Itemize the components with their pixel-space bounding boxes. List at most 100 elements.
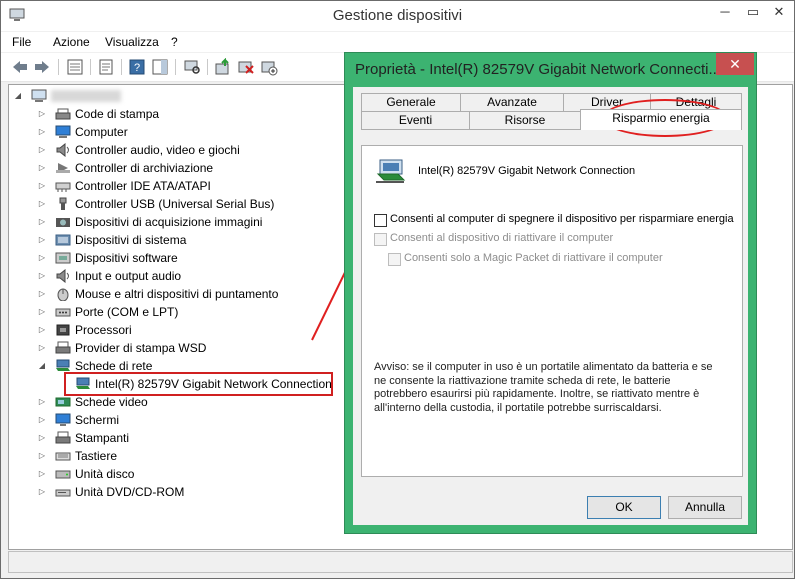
expand-arrow-icon[interactable]: ▷ [37, 267, 47, 285]
expand-arrow-icon[interactable]: ▷ [37, 303, 47, 321]
computer-icon [31, 89, 47, 102]
expand-arrow-icon[interactable]: ▷ [37, 429, 47, 447]
svg-text:?: ? [134, 62, 140, 74]
toolbar-separator [121, 59, 122, 75]
device-name: Intel(R) 82579V Gigabit Network Connecti… [418, 165, 636, 177]
speaker-icon [56, 269, 69, 283]
allow-wake-checkbox[interactable] [374, 233, 387, 246]
camera-icon [56, 218, 70, 227]
keyboard-icon [55, 452, 71, 461]
tree-item-label: Schermi [75, 413, 120, 427]
computer-icon [55, 125, 71, 138]
expand-arrow-icon[interactable]: ▷ [37, 447, 47, 465]
properties-icon[interactable] [97, 58, 115, 76]
allow-wake-label: Consenti al dispositivo di riattivare il… [390, 232, 614, 244]
software-device-icon [55, 252, 71, 264]
tree-item-label: Code di stampa [75, 107, 160, 121]
expand-arrow-icon[interactable]: ▷ [37, 195, 47, 213]
printer-queue-icon [55, 108, 71, 120]
tree-item-label: Dispositivi di sistema [75, 233, 187, 247]
tree-item-label: Controller audio, video e giochi [75, 143, 240, 157]
expand-arrow-icon[interactable]: ▷ [37, 123, 47, 141]
toolbar-separator [58, 59, 59, 75]
tab-risorse[interactable]: Risorse [469, 111, 581, 130]
battery-warning-note: Avviso: se il computer in uso è un porta… [374, 361, 713, 414]
network-adapter-icon [376, 159, 406, 183]
cancel-button[interactable]: Annulla [668, 496, 742, 519]
window-title: Gestione dispositivi [332, 7, 463, 24]
tab-avanzate[interactable]: Avanzate [460, 93, 564, 112]
tree-item-label: Provider di stampa WSD [75, 341, 207, 355]
magic-packet-checkbox[interactable] [388, 253, 401, 266]
menu-bar: File Azione Visualizza ? [1, 32, 794, 52]
collapse-arrow-icon[interactable]: ◢ [37, 357, 47, 375]
scan-hardware-icon[interactable] [183, 58, 201, 76]
tree-item-label: Porte (COM e LPT) [75, 305, 179, 319]
ide-controller-icon [55, 182, 71, 192]
expand-arrow-icon[interactable]: ▷ [37, 285, 47, 303]
expand-arrow-icon[interactable]: ▷ [37, 105, 47, 123]
display-adapter-icon [55, 397, 71, 407]
menu-help[interactable]: ? [171, 35, 178, 49]
tree-item-label: Unità DVD/CD-ROM [75, 485, 185, 499]
disk-drive-icon [55, 470, 71, 479]
network-adapter-icon [56, 359, 70, 371]
expand-arrow-icon[interactable]: ▷ [37, 159, 47, 177]
mouse-icon [57, 288, 69, 301]
minimize-button[interactable]: ─ [711, 1, 739, 23]
magic-packet-label: Consenti solo a Magic Packet di riattiva… [404, 252, 663, 264]
tree-item-label: Controller USB (Universal Serial Bus) [75, 197, 275, 211]
expand-arrow-icon[interactable]: ▷ [37, 231, 47, 249]
tree-item-label: Stampanti [75, 431, 130, 445]
update-driver-icon[interactable] [214, 58, 232, 76]
power-management-page: Intel(R) 82579V Gigabit Network Connecti… [361, 145, 743, 477]
port-icon [55, 308, 71, 317]
tree-item-label: Mouse e altri dispositivi di puntamento [75, 287, 279, 301]
expand-arrow-icon[interactable]: ▷ [37, 465, 47, 483]
toolbar-separator [207, 59, 208, 75]
expand-arrow-icon[interactable]: ▷ [37, 483, 47, 501]
toolbar-separator [175, 59, 176, 75]
expand-arrow-icon[interactable]: ▷ [37, 393, 47, 411]
restore-button[interactable]: ▭ [739, 1, 767, 23]
ok-button[interactable]: OK [587, 496, 661, 519]
expand-arrow-icon[interactable]: ▷ [37, 411, 47, 429]
allow-turn-off-checkbox[interactable] [374, 214, 387, 227]
usb-icon [59, 197, 67, 210]
system-device-icon [55, 234, 71, 246]
expand-arrow-icon[interactable]: ▷ [37, 321, 47, 339]
highlighted-device-box [64, 372, 333, 396]
status-bar [8, 551, 793, 573]
expand-arrow-icon[interactable]: ▷ [37, 249, 47, 267]
tab-generale[interactable]: Generale [361, 93, 461, 112]
expand-arrow-icon[interactable]: ▷ [37, 141, 47, 159]
tab-eventi[interactable]: Eventi [361, 111, 470, 130]
tree-item-label: Dispositivi di acquisizione immagini [75, 215, 263, 229]
dvd-drive-icon [55, 489, 71, 497]
action-pane-icon[interactable] [151, 58, 169, 76]
dialog-body: Generale Avanzate Driver Dettagli Eventi… [353, 87, 748, 525]
uninstall-device-icon[interactable] [237, 58, 255, 76]
expand-arrow-icon[interactable]: ▷ [37, 339, 47, 357]
title-bar: Gestione dispositivi ─ ▭ ✕ [1, 1, 794, 31]
forward-arrow-icon[interactable] [33, 58, 51, 76]
help-icon[interactable]: ? [128, 58, 146, 76]
menu-file[interactable]: File [12, 35, 31, 49]
tree-view-icon[interactable] [66, 58, 84, 76]
tree-item-label: Input e output audio [75, 269, 182, 283]
expand-arrow-icon[interactable]: ▷ [37, 177, 47, 195]
menu-azione[interactable]: Azione [53, 35, 90, 49]
storage-controller-icon [56, 163, 70, 173]
expand-arrow-icon[interactable]: ▷ [37, 213, 47, 231]
back-arrow-icon[interactable] [11, 58, 29, 76]
tab-risparmio-energia[interactable]: Risparmio energia [580, 109, 742, 130]
dialog-close-button[interactable]: ✕ [716, 53, 754, 75]
tree-item-label: Controller di archiviazione [75, 161, 214, 175]
dialog-title: Proprietà - Intel(R) 82579V Gigabit Netw… [355, 61, 721, 78]
allow-turn-off-label: Consenti al computer di spegnere il disp… [390, 213, 734, 225]
enable-device-icon[interactable] [260, 58, 278, 76]
close-button[interactable]: ✕ [765, 1, 793, 23]
processor-icon [56, 324, 70, 336]
collapse-arrow-icon[interactable]: ◢ [13, 87, 23, 105]
menu-visualizza[interactable]: Visualizza [105, 35, 159, 49]
